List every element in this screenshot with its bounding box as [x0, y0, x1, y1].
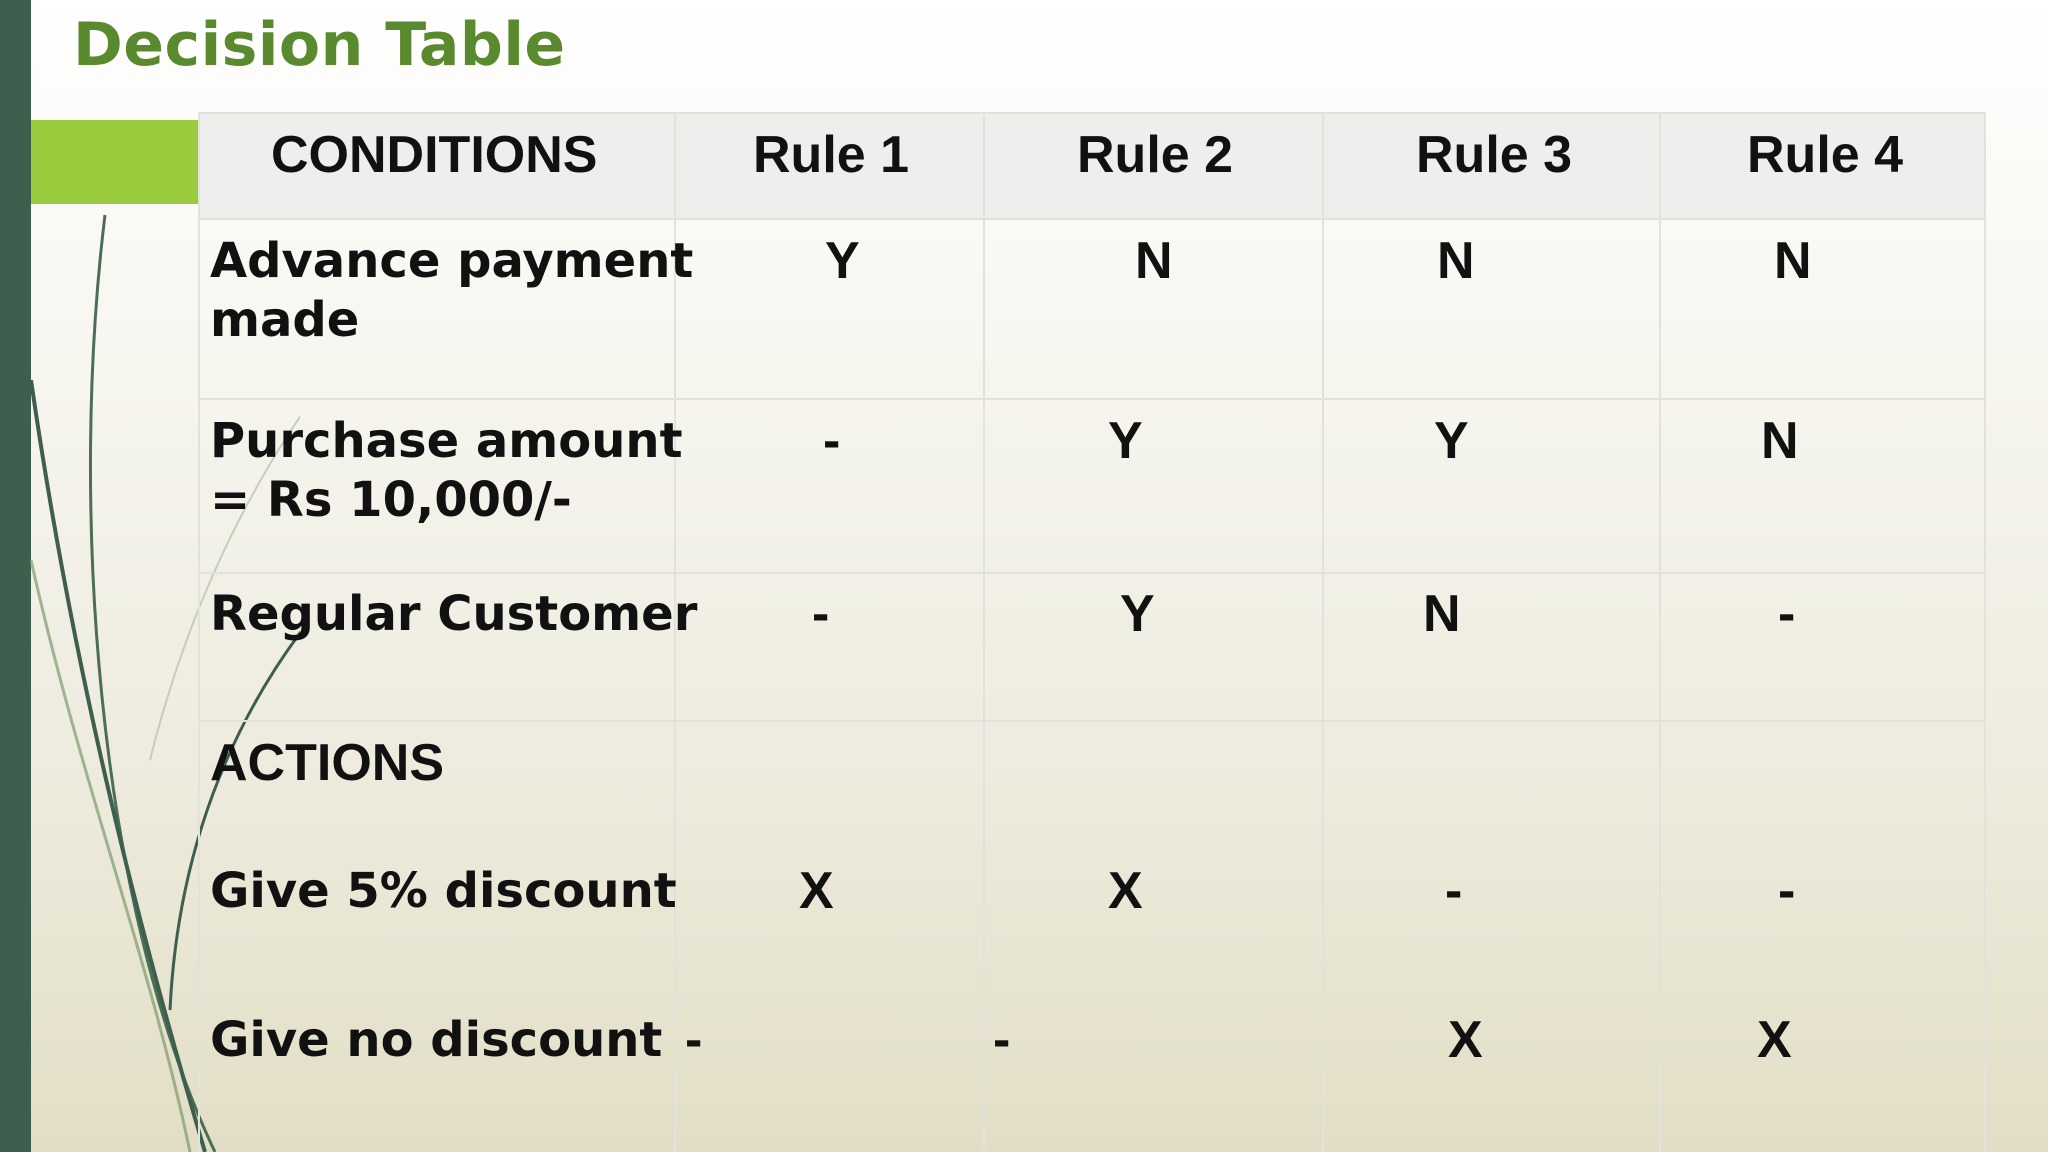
- condition-label: Purchase amount: [210, 413, 683, 469]
- column-divider: [1659, 112, 1661, 1152]
- condition-value: -: [1778, 585, 1796, 643]
- action-value: X: [1757, 1011, 1792, 1069]
- action-value: -: [685, 1011, 703, 1069]
- column-divider: [983, 112, 985, 1152]
- action-label: Give 5% discount: [210, 863, 677, 919]
- actions-heading: ACTIONS: [210, 734, 444, 792]
- header-rule-3: Rule 3: [1416, 126, 1573, 184]
- condition-value: N: [1437, 232, 1475, 290]
- header-conditions: CONDITIONS: [271, 126, 598, 184]
- row-divider: [198, 218, 1986, 220]
- condition-value: N: [1135, 232, 1173, 290]
- condition-label: Advance payment: [210, 233, 694, 289]
- column-divider: [1322, 112, 1324, 1152]
- condition-value: -: [812, 585, 830, 643]
- action-value: X: [1108, 862, 1143, 920]
- decision-table: CONDITIONS Rule 1 Rule 2 Rule 3 Rule 4 A…: [198, 112, 1986, 1152]
- row-divider: [198, 720, 1986, 722]
- condition-label: = Rs 10,000/-: [210, 472, 572, 528]
- action-value: X: [799, 862, 834, 920]
- action-value: X: [1448, 1011, 1483, 1069]
- row-divider: [198, 572, 1986, 574]
- condition-value: Y: [825, 232, 860, 290]
- condition-value: N: [1423, 585, 1461, 643]
- action-value: -: [1778, 862, 1796, 920]
- page-title: Decision Table: [73, 10, 566, 80]
- action-label: Give no discount: [210, 1012, 663, 1068]
- action-value: -: [1445, 862, 1463, 920]
- column-divider: [198, 112, 200, 1152]
- column-divider: [1984, 112, 1986, 1152]
- condition-label: Regular Customer: [210, 586, 698, 642]
- action-value: -: [993, 1011, 1011, 1069]
- condition-value: Y: [1108, 412, 1143, 470]
- condition-value: -: [823, 412, 841, 470]
- row-divider: [198, 398, 1986, 400]
- header-rule-4: Rule 4: [1747, 126, 1904, 184]
- condition-value: N: [1774, 232, 1812, 290]
- header-rule-2: Rule 2: [1077, 126, 1234, 184]
- condition-value: Y: [1120, 585, 1155, 643]
- condition-value: N: [1761, 412, 1799, 470]
- condition-value: Y: [1434, 412, 1469, 470]
- header-rule-1: Rule 1: [753, 126, 910, 184]
- condition-label: made: [210, 292, 360, 348]
- table-border-top: [198, 112, 1986, 114]
